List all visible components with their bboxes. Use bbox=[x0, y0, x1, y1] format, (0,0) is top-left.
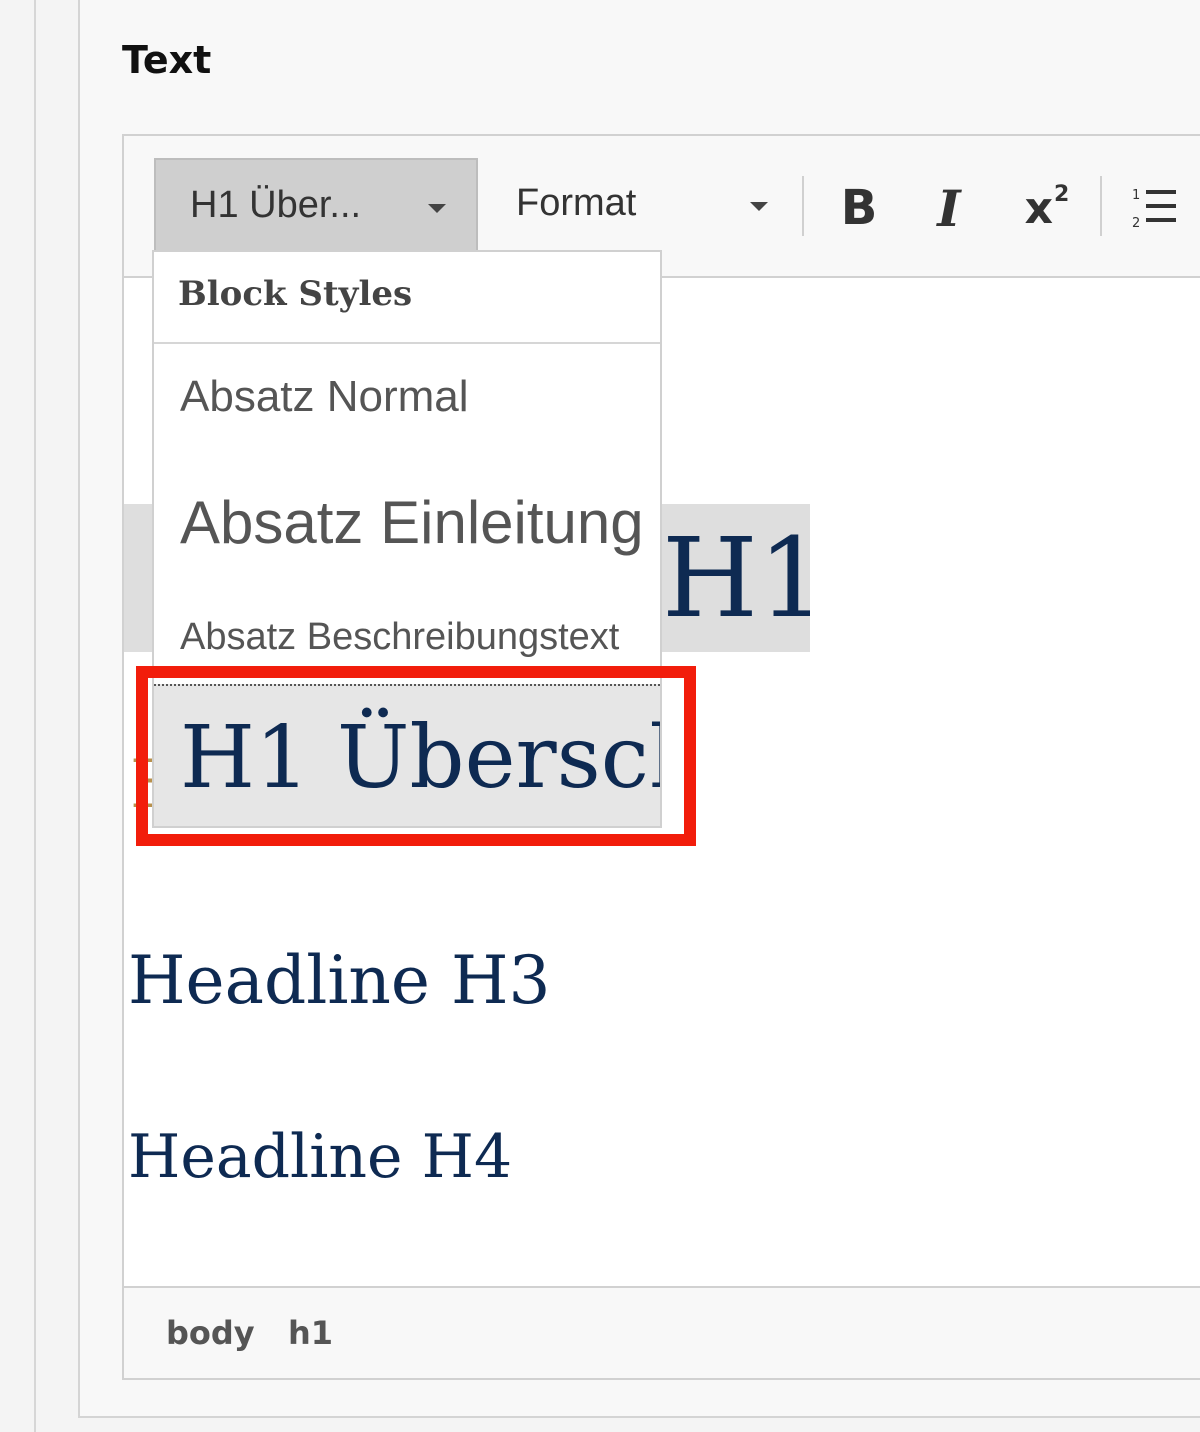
h3-heading[interactable]: Headline H3 bbox=[128, 942, 551, 1019]
italic-button[interactable]: I bbox=[914, 168, 984, 248]
menu-header: Block Styles bbox=[154, 252, 660, 344]
field-label: Text bbox=[122, 38, 212, 82]
svg-text:2: 2 bbox=[1132, 216, 1140, 231]
caret-down-icon bbox=[750, 202, 768, 211]
path-item-h1[interactable]: h1 bbox=[288, 1314, 333, 1352]
menu-item-absatz-einleitung[interactable]: Absatz Einleitung bbox=[154, 462, 660, 602]
menu-item-absatz-normal[interactable]: Absatz Normal bbox=[154, 344, 660, 462]
numbered-list-icon: 1 2 bbox=[1132, 188, 1176, 231]
h1-heading-text: H1 bbox=[662, 514, 810, 642]
menu-header-label: Block Styles bbox=[178, 274, 413, 314]
menu-item-label: Absatz Einleitung bbox=[180, 489, 644, 556]
element-path-bar: body h1 bbox=[124, 1286, 1200, 1378]
bold-button[interactable]: B bbox=[824, 168, 894, 248]
bold-icon: B bbox=[840, 180, 878, 236]
outer-panel-border bbox=[34, 0, 36, 1432]
h4-heading[interactable]: Headline H4 bbox=[128, 1122, 512, 1192]
menu-item-label: Absatz Beschreibungstext bbox=[180, 616, 620, 658]
styles-dropdown[interactable]: H1 Über... bbox=[154, 158, 478, 252]
svg-text:1: 1 bbox=[1132, 188, 1140, 203]
caret-down-icon bbox=[428, 204, 446, 213]
toolbar-separator bbox=[1100, 176, 1102, 236]
menu-item-label: Absatz Normal bbox=[180, 372, 469, 421]
format-dropdown[interactable]: Format bbox=[504, 158, 794, 252]
italic-icon: I bbox=[937, 178, 961, 238]
path-item-body[interactable]: body bbox=[166, 1314, 255, 1352]
styles-dropdown-value: H1 Über... bbox=[190, 184, 362, 226]
superscript-button[interactable]: x2 bbox=[1012, 168, 1082, 248]
highlight-annotation-box bbox=[136, 666, 696, 846]
format-dropdown-value: Format bbox=[516, 182, 637, 224]
numbered-list-button[interactable]: 1 2 bbox=[1120, 168, 1190, 248]
superscript-icon: x2 bbox=[1024, 181, 1070, 234]
toolbar-separator bbox=[802, 176, 804, 236]
